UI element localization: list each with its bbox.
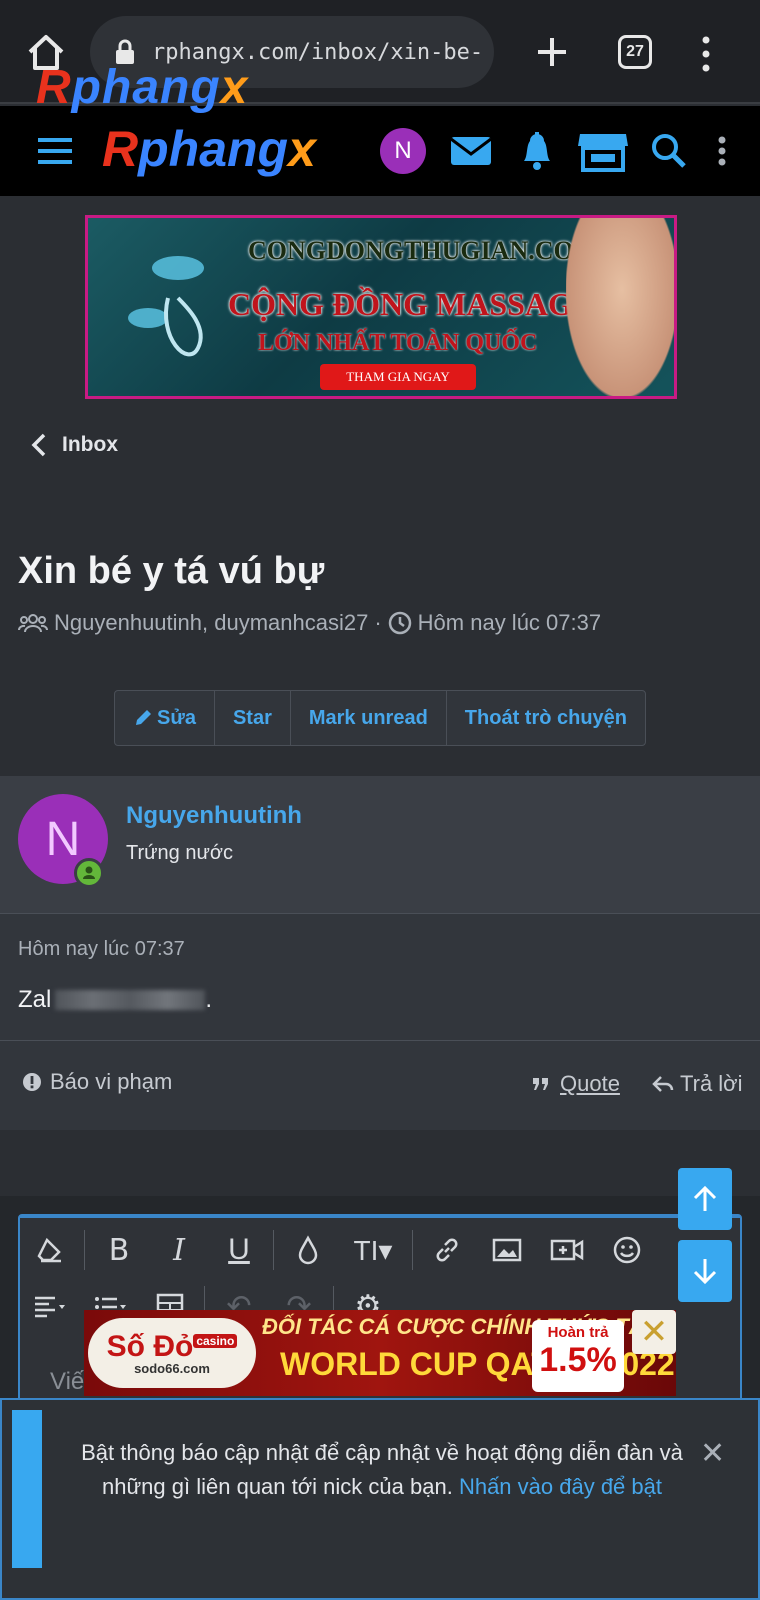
- watermark-logo: Rphangx: [36, 61, 249, 114]
- text-color-icon[interactable]: [278, 1222, 338, 1278]
- conversation-actions: Sửa Star Mark unread Thoát trò chuyện: [114, 690, 647, 746]
- quote-button[interactable]: Quote: [532, 1071, 620, 1097]
- reply-button[interactable]: Trả lời: [652, 1071, 743, 1097]
- ad-line-2: CỘNG ĐỒNG MASSAGE: [228, 286, 595, 322]
- site-header: Rphangx N: [0, 106, 760, 196]
- message-body: Zal .: [18, 986, 212, 1014]
- arrow-down-icon: [693, 1259, 717, 1285]
- font-size-icon[interactable]: TI▾: [338, 1222, 408, 1278]
- ad-line-1: CONGDONGTHUGIAN.COM: [248, 236, 599, 265]
- participants-list[interactable]: Nguyenhuutinh, duymanhcasi27: [54, 610, 368, 636]
- editor-placeholder: Viế: [50, 1368, 85, 1395]
- quote-icon: [533, 1078, 548, 1090]
- scroll-bottom-button[interactable]: [678, 1240, 732, 1302]
- ad-cta-button[interactable]: THAM GIA NGAY: [320, 364, 476, 390]
- mail-icon[interactable]: [448, 128, 494, 174]
- conversation-meta: Nguyenhuutinh, duymanhcasi27 · Hôm nay l…: [18, 610, 601, 636]
- toolbar-divider: [273, 1230, 274, 1270]
- conversation-title: Xin bé y tá vú bự: [18, 550, 325, 592]
- ad-close-icon[interactable]: ✕: [632, 1310, 676, 1354]
- message-username[interactable]: Nguyenhuutinh: [126, 802, 302, 830]
- account-avatar[interactable]: N: [380, 128, 426, 174]
- meta-separator: ·: [374, 610, 382, 635]
- edit-button[interactable]: Sửa: [115, 691, 214, 745]
- star-button[interactable]: Star: [213, 691, 290, 745]
- underline-icon[interactable]: U: [209, 1222, 269, 1278]
- more-icon[interactable]: [712, 128, 732, 174]
- message-user-bar: N Nguyenhuutinh Trứng nước: [0, 776, 760, 914]
- message-text: Zal: [18, 986, 52, 1013]
- chevron-left-icon: [31, 433, 46, 457]
- message-text-end: .: [205, 986, 213, 1013]
- report-button[interactable]: Báo vi phạm: [22, 1069, 172, 1095]
- reply-icon: [652, 1076, 674, 1092]
- notice-text: Bật thông báo cập nhật để cập nhật về ho…: [81, 1440, 683, 1499]
- scroll-top-button[interactable]: [678, 1168, 732, 1230]
- video-icon[interactable]: [537, 1222, 597, 1278]
- editor-toolbar-row-1: B I U TI▾: [20, 1222, 657, 1278]
- casino-logo: Số Đỏ casino sodo66.com: [88, 1318, 256, 1388]
- massage-ad-banner[interactable]: CONGDONGTHUGIAN.COM CỘNG ĐỒNG MASSAGE LỚ…: [85, 215, 677, 399]
- clock-icon: [388, 611, 411, 635]
- conversation-time: Hôm nay lúc 07:37: [417, 610, 602, 635]
- participants-icon: [18, 614, 48, 633]
- message-card: N Nguyenhuutinh Trứng nước Hôm nay lúc 0…: [0, 776, 760, 1130]
- close-notice-icon[interactable]: ✕: [700, 1436, 725, 1471]
- casino-ad-banner[interactable]: Số Đỏ casino sodo66.com ĐỐI TÁC CÁ CƯỢC C…: [84, 1310, 676, 1396]
- bold-icon[interactable]: B: [89, 1222, 149, 1278]
- align-icon[interactable]: [20, 1278, 80, 1334]
- water-drops-graphic: [128, 256, 204, 357]
- online-status-icon: [74, 858, 104, 888]
- menu-icon[interactable]: [36, 134, 74, 168]
- bell-icon[interactable]: [514, 128, 560, 174]
- new-tab-icon[interactable]: [530, 30, 574, 74]
- emoji-icon[interactable]: [597, 1222, 657, 1278]
- alert-icon: [23, 1073, 41, 1091]
- link-icon[interactable]: [417, 1222, 477, 1278]
- image-icon[interactable]: [477, 1222, 537, 1278]
- back-to-inbox-link[interactable]: Inbox: [30, 432, 118, 458]
- browser-menu-icon[interactable]: [696, 34, 716, 74]
- ad-model-image: [566, 218, 674, 396]
- notice-accent-bar: [12, 1410, 42, 1568]
- push-notification-notice: Bật thông báo cập nhật để cập nhật về ho…: [0, 1398, 760, 1600]
- site-logo[interactable]: Rphangx: [102, 120, 316, 178]
- pencil-icon: [136, 710, 151, 725]
- ad-line-3: LỚN NHẤT TOÀN QUỐC: [258, 330, 538, 356]
- cashback-badge: Hoàn trả 1.5%: [532, 1320, 624, 1392]
- message-actions: Báo vi phạm Quote Trả lời: [0, 1040, 760, 1130]
- arrow-up-icon: [693, 1185, 717, 1211]
- toolbar-divider: [412, 1230, 413, 1270]
- redacted-text: [55, 990, 206, 1010]
- store-icon[interactable]: [576, 128, 630, 174]
- user-title: Trứng nước: [126, 842, 233, 864]
- toolbar-divider: [84, 1230, 85, 1270]
- enable-notifications-link[interactable]: Nhấn vào đây để bật: [459, 1474, 662, 1499]
- search-icon[interactable]: [646, 128, 692, 174]
- tab-count-button[interactable]: 27: [618, 35, 652, 69]
- back-label: Inbox: [62, 433, 118, 456]
- italic-icon[interactable]: I: [149, 1222, 209, 1278]
- leave-conversation-button[interactable]: Thoát trò chuyện: [445, 691, 645, 745]
- mark-unread-button[interactable]: Mark unread: [289, 691, 446, 745]
- message-timestamp[interactable]: Hôm nay lúc 07:37: [18, 938, 185, 961]
- clear-format-icon[interactable]: [20, 1222, 80, 1278]
